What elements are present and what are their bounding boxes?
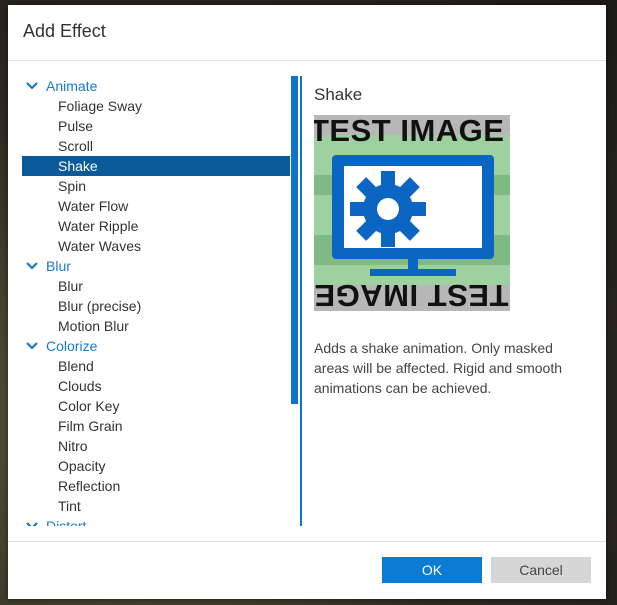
tree-category-animate[interactable]: Animate bbox=[22, 76, 300, 96]
tree-item-foliage-sway[interactable]: Foliage Sway bbox=[22, 96, 300, 116]
effect-detail-title: Shake bbox=[314, 85, 363, 104]
tree-item-blend[interactable]: Blend bbox=[22, 356, 300, 376]
preview-text-top: TEST IMAGE bbox=[314, 115, 505, 148]
tree-item-opacity[interactable]: Opacity bbox=[22, 456, 300, 476]
tree-category-colorize[interactable]: Colorize bbox=[22, 336, 300, 356]
tree-item-label: Scroll bbox=[58, 138, 94, 154]
tree-item-color-key[interactable]: Color Key bbox=[22, 396, 300, 416]
preview-text-bottom: TEST IMAGE bbox=[314, 278, 509, 311]
tree-item-shake[interactable]: Shake bbox=[22, 156, 290, 176]
tree-item-tint[interactable]: Tint bbox=[22, 496, 300, 516]
tree-item-label: Reflection bbox=[58, 478, 121, 494]
tree-item-label: Water Ripple bbox=[58, 218, 139, 234]
tree-item-blur-precise[interactable]: Blur (precise) bbox=[22, 296, 300, 316]
tree-item-motion-blur[interactable]: Motion Blur bbox=[22, 316, 300, 336]
tree-item-label: Foliage Sway bbox=[58, 98, 143, 114]
effect-tree[interactable]: Animate Foliage Sway Pulse Scroll Shake Spin W… bbox=[22, 76, 302, 526]
tree-item-label: Colorize bbox=[46, 338, 98, 354]
tree-item-nitro[interactable]: Nitro bbox=[22, 436, 300, 456]
tree-item-label: Blur bbox=[46, 258, 71, 274]
tree-item-label: Tint bbox=[58, 498, 81, 514]
tree-scrollbar-thumb[interactable] bbox=[291, 76, 298, 404]
tree-item-water-waves[interactable]: Water Waves bbox=[22, 236, 300, 256]
chevron-down-icon[interactable] bbox=[25, 259, 39, 273]
footer-divider bbox=[8, 541, 606, 542]
tree-item-label: Spin bbox=[58, 178, 87, 194]
add-effect-dialog: Add Effect Animate Foliage Sway Pulse Scrol… bbox=[8, 5, 606, 599]
tree-category-blur[interactable]: Blur bbox=[22, 256, 300, 276]
tree-item-label: Blur (precise) bbox=[58, 298, 142, 314]
tree-item-label: Motion Blur bbox=[58, 318, 129, 334]
chevron-down-icon[interactable] bbox=[25, 339, 39, 353]
tree-scrollbar-track[interactable] bbox=[291, 404, 298, 526]
tree-item-label: Nitro bbox=[58, 438, 88, 454]
tree-category-distort[interactable]: Distort bbox=[22, 516, 300, 526]
tree-item-clouds[interactable]: Clouds bbox=[22, 376, 300, 396]
tree-item-pulse[interactable]: Pulse bbox=[22, 116, 300, 136]
tree-item-water-ripple[interactable]: Water Ripple bbox=[22, 216, 300, 236]
tree-item-label: Blend bbox=[58, 358, 94, 374]
ok-button[interactable]: OK bbox=[382, 557, 482, 583]
tree-item-label: Color Key bbox=[58, 398, 120, 414]
tree-item-label: Water Flow bbox=[58, 198, 129, 214]
tree-item-reflection[interactable]: Reflection bbox=[22, 476, 300, 496]
tree-item-label: Water Waves bbox=[58, 238, 141, 254]
tree-item-label: Pulse bbox=[58, 118, 94, 134]
effect-description: Adds a shake animation. Only masked area… bbox=[314, 340, 562, 396]
dialog-header: Add Effect bbox=[8, 5, 606, 61]
tree-item-label: Animate bbox=[46, 78, 98, 94]
chevron-down-icon[interactable] bbox=[25, 519, 39, 526]
cancel-button[interactable]: Cancel bbox=[491, 557, 591, 583]
tree-item-scroll[interactable]: Scroll bbox=[22, 136, 300, 156]
tree-item-film-grain[interactable]: Film Grain bbox=[22, 416, 300, 436]
chevron-down-icon[interactable] bbox=[25, 79, 39, 93]
tree-item-label: Distort bbox=[46, 518, 87, 526]
tree-item-spin[interactable]: Spin bbox=[22, 176, 300, 196]
tree-item-blur[interactable]: Blur bbox=[22, 276, 300, 296]
tree-item-label: Opacity bbox=[58, 458, 106, 474]
tree-item-label: Blur bbox=[58, 278, 83, 294]
tree-item-label: Film Grain bbox=[58, 418, 123, 434]
tree-item-label: Clouds bbox=[58, 378, 102, 394]
tree-item-label: Shake bbox=[58, 158, 98, 174]
tree-item-water-flow[interactable]: Water Flow bbox=[22, 196, 300, 216]
dialog-title: Add Effect bbox=[23, 21, 106, 41]
effect-preview-image: TEST IMAGE TEST IMAGE bbox=[314, 115, 510, 311]
